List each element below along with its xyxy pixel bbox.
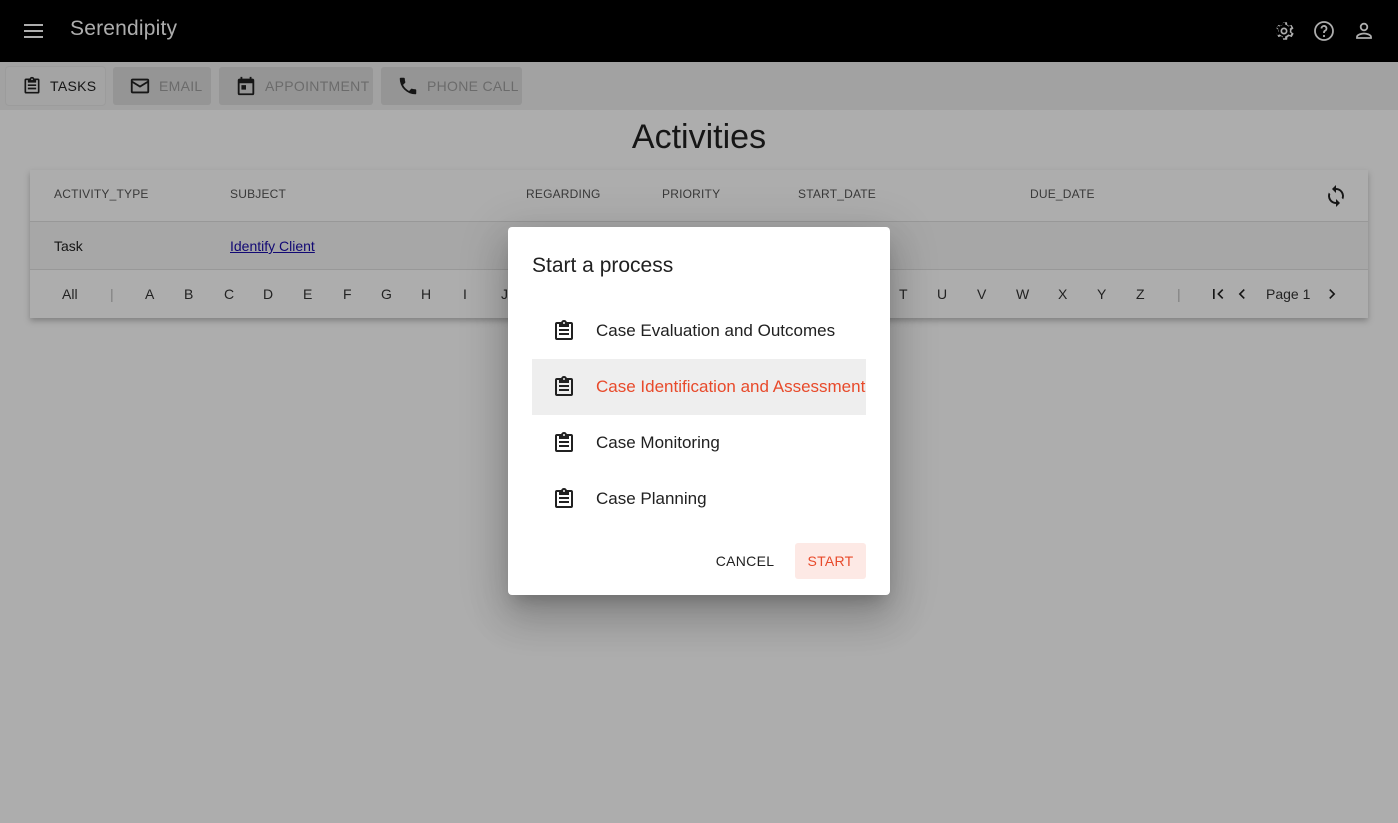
dialog-title: Start a process: [532, 254, 674, 277]
process-option-case-monitoring[interactable]: Case Monitoring: [532, 415, 866, 471]
process-option-label: Case Monitoring: [596, 433, 720, 452]
clipboard-icon: [552, 487, 576, 511]
clipboard-icon: [552, 375, 576, 399]
process-option-label: Case Evaluation and Outcomes: [596, 321, 836, 340]
cancel-button[interactable]: CANCEL: [708, 543, 782, 579]
start-button[interactable]: START: [795, 543, 866, 579]
clipboard-icon: [552, 431, 576, 455]
start-process-dialog: Start a process Case Evaluation and Outc…: [508, 227, 890, 595]
process-option-label: Case Identification and Assessment: [596, 377, 866, 396]
process-option-case-identification[interactable]: Case Identification and Assessment: [532, 359, 866, 415]
process-option-case-evaluation[interactable]: Case Evaluation and Outcomes: [532, 303, 866, 359]
clipboard-icon: [552, 319, 576, 343]
process-option-case-planning[interactable]: Case Planning: [532, 471, 866, 527]
process-option-label: Case Planning: [596, 489, 707, 508]
